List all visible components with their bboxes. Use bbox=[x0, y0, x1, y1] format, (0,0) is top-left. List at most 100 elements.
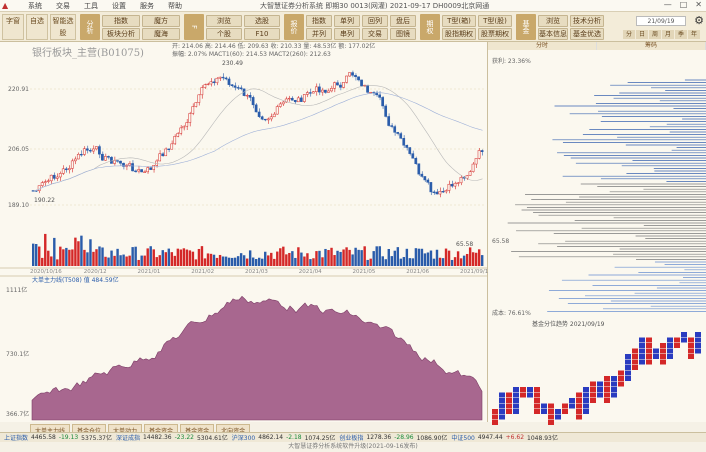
btn-browse[interactable]: 浏览 bbox=[206, 15, 242, 27]
candle-body bbox=[342, 82, 345, 88]
candle-body bbox=[203, 84, 207, 88]
status-sh-name[interactable]: 上证指数 bbox=[4, 433, 28, 442]
minimize-icon[interactable]: — bbox=[664, 0, 672, 9]
menu-help[interactable]: 帮助 bbox=[168, 1, 182, 11]
toolbar-tab-zichuang[interactable]: 字窗 bbox=[2, 14, 24, 40]
btn-serial[interactable]: 串列 bbox=[334, 28, 360, 40]
volume-bar bbox=[218, 254, 222, 266]
toolbar-group-f[interactable]: F bbox=[184, 14, 204, 40]
candle-body bbox=[311, 91, 315, 94]
gear-icon[interactable]: ⚙ bbox=[694, 14, 704, 27]
pf-box bbox=[639, 354, 645, 359]
btn-basic-info[interactable]: 基本信息 bbox=[538, 28, 568, 40]
candle-body bbox=[336, 82, 339, 86]
btn-magic-cube[interactable]: 魔方 bbox=[142, 15, 180, 27]
pf-box bbox=[597, 392, 603, 398]
pf-box bbox=[639, 337, 645, 343]
volume-bar bbox=[62, 249, 65, 266]
candle-body bbox=[170, 143, 174, 150]
volume-bar bbox=[65, 247, 68, 266]
volume-bar bbox=[86, 252, 89, 266]
x-axis-tick: 2021/04 bbox=[299, 269, 322, 275]
pf-box bbox=[541, 403, 547, 409]
menu-service[interactable]: 服务 bbox=[140, 1, 154, 11]
menu-system[interactable]: 系统 bbox=[28, 1, 42, 11]
candle-body bbox=[299, 97, 303, 102]
period-day[interactable]: 日 bbox=[636, 30, 648, 39]
period-minute[interactable]: 分 bbox=[623, 30, 635, 39]
menu-trade[interactable]: 交易 bbox=[56, 1, 70, 11]
candle-body bbox=[64, 168, 68, 171]
pf-box bbox=[611, 392, 617, 398]
btn-t-type-box[interactable]: T型(箱) bbox=[442, 15, 476, 27]
btn-single-column[interactable]: 单列 bbox=[334, 15, 360, 27]
candle-body bbox=[212, 81, 216, 84]
maximize-icon[interactable]: □ bbox=[680, 0, 688, 9]
toolbar-tab-zixuan[interactable]: 自选 bbox=[26, 14, 48, 40]
candle-body bbox=[465, 175, 469, 179]
status-cyb-name[interactable]: 创业板指 bbox=[339, 433, 363, 442]
pf-box bbox=[541, 409, 547, 414]
menu-tools[interactable]: 工具 bbox=[84, 1, 98, 11]
candle-body bbox=[339, 84, 342, 88]
menu-settings[interactable]: 设置 bbox=[112, 1, 126, 11]
tab-chips[interactable]: 筹码 bbox=[597, 42, 706, 50]
btn-quote-index[interactable]: 指数 bbox=[306, 15, 332, 27]
pf-box bbox=[632, 359, 638, 365]
status-sz-name[interactable]: 深证成指 bbox=[116, 433, 140, 442]
btn-parallel[interactable]: 并列 bbox=[306, 28, 332, 40]
btn-chart-mirror[interactable]: 图镜 bbox=[390, 28, 416, 40]
period-year[interactable]: 年 bbox=[688, 30, 700, 39]
volume-bar bbox=[170, 252, 174, 266]
tab-timeshare[interactable]: 分时 bbox=[488, 42, 597, 50]
btn-stock-options[interactable]: 股票期权 bbox=[478, 28, 512, 40]
volume-bar bbox=[140, 255, 143, 266]
period-week[interactable]: 周 bbox=[649, 30, 661, 39]
btn-index[interactable]: 指数 bbox=[102, 15, 140, 27]
toolbar-group-fund[interactable]: 基金 bbox=[516, 14, 536, 40]
volume-bar bbox=[375, 246, 378, 266]
btn-fund-select[interactable]: 基金优选 bbox=[570, 28, 604, 40]
status-hs300-name[interactable]: 沪深300 bbox=[232, 433, 255, 442]
btn-tech-analysis[interactable]: 技术分析 bbox=[570, 15, 604, 27]
btn-after-hours[interactable]: 盘后 bbox=[390, 15, 416, 27]
btn-fund-browse[interactable]: 浏览 bbox=[538, 15, 568, 27]
btn-sector-analysis[interactable]: 板块分析 bbox=[102, 28, 140, 40]
main-chart-panel[interactable]: 银行板块_主营(B01075) 开: 214.06 高: 214.46 低: 2… bbox=[0, 42, 488, 422]
pf-box bbox=[688, 343, 694, 348]
btn-back-column[interactable]: 回列 bbox=[362, 15, 388, 27]
date-field[interactable]: 21/09/19 bbox=[636, 16, 686, 26]
candlestick-chart[interactable]: 230.49 190.22 65.58 2020/10/16 2020/12 202… bbox=[0, 42, 488, 422]
btn-t-type-stock[interactable]: T型(股) bbox=[478, 15, 512, 27]
toolbar-group-quote[interactable]: 报价 bbox=[284, 14, 304, 40]
status-zz500-name[interactable]: 中证500 bbox=[451, 433, 474, 442]
volume-bar bbox=[327, 250, 330, 266]
pf-box bbox=[499, 398, 505, 403]
toolbar-group-analysis[interactable]: 分析 bbox=[80, 14, 100, 40]
pf-box bbox=[534, 392, 540, 398]
toolbar-tab-smart-select[interactable]: 智能选股 bbox=[50, 14, 76, 40]
close-icon[interactable]: ✕ bbox=[695, 0, 702, 9]
btn-magic-sea[interactable]: 魔海 bbox=[142, 28, 180, 40]
status-cyb-extra: 1086.90亿 bbox=[416, 435, 448, 442]
status-sh-change: -19.13 bbox=[58, 434, 79, 441]
btn-stock-select[interactable]: 选股 bbox=[244, 15, 280, 27]
volume-bar bbox=[315, 251, 318, 266]
candle-body bbox=[402, 138, 406, 146]
period-month[interactable]: 月 bbox=[662, 30, 674, 39]
candle-body bbox=[324, 89, 327, 93]
volume-bar bbox=[372, 251, 375, 266]
toolbar: 字窗 自选 智能选股 分析 指数 魔方 板块分析 魔海 F 浏览 选股 个股 F… bbox=[0, 12, 706, 42]
btn-trade[interactable]: 交易 bbox=[362, 28, 388, 40]
pf-box bbox=[492, 414, 498, 420]
pf-box bbox=[625, 370, 631, 376]
right-panel[interactable]: 分时 筹码 获利: 23.36% 65.58 成本: 76.61% 基金分位趋势… bbox=[488, 42, 706, 425]
volume-bar bbox=[212, 254, 216, 266]
btn-single-stock[interactable]: 个股 bbox=[206, 28, 242, 40]
toolbar-group-options[interactable]: 期权 bbox=[420, 14, 440, 40]
btn-index-options[interactable]: 股指期权 bbox=[442, 28, 476, 40]
candle-body bbox=[390, 125, 394, 127]
period-quarter[interactable]: 季 bbox=[675, 30, 687, 39]
btn-f10[interactable]: F10 bbox=[244, 28, 280, 40]
volume-bar bbox=[230, 257, 234, 266]
